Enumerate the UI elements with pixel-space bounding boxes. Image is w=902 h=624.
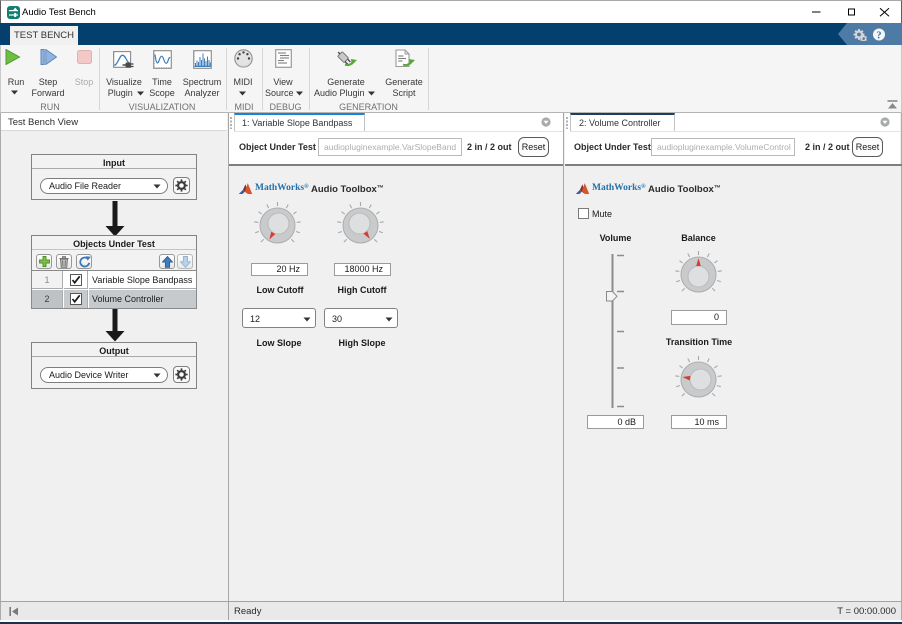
svg-text:?: ? — [877, 31, 882, 42]
